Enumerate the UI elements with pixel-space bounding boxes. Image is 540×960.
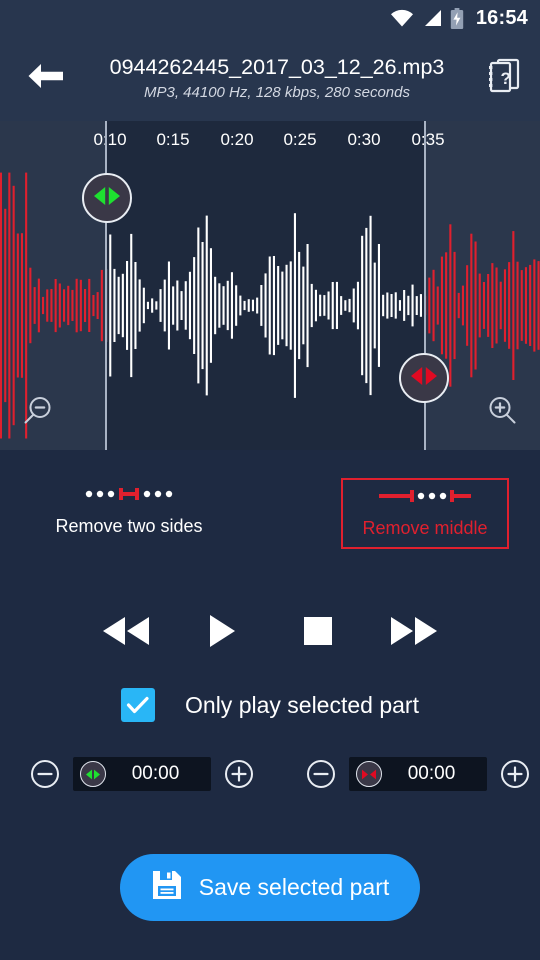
time-stepper-row: 00:00 00:00 [0, 748, 540, 800]
plus-circle-icon [225, 760, 253, 788]
only-play-selected-row[interactable]: Only play selected part [0, 675, 540, 735]
fast-forward-icon [388, 615, 440, 652]
waveform-graphic [0, 172, 540, 439]
controls-panel: Remove two sides Remove middle Only play… [0, 450, 540, 960]
save-selected-part-label: Save selected part [198, 874, 390, 900]
help-button[interactable]: ? [472, 42, 534, 116]
battery-charging-icon [450, 7, 464, 29]
end-time-field[interactable]: 00:00 [349, 757, 487, 791]
end-time-value: 00:00 [407, 763, 456, 784]
start-time-field[interactable]: 00:00 [73, 757, 211, 791]
app-screen: 16:54 0944262445_2017_03_12_26.mp3 MP3, … [0, 0, 540, 960]
zoom-in-icon [485, 394, 519, 433]
start-minus-button[interactable] [30, 759, 60, 789]
selection-handle-red-icon [356, 761, 382, 787]
zoom-out-icon [21, 394, 55, 433]
remove-two-sides-button[interactable]: Remove two sides [34, 478, 224, 545]
selection-handle-green-icon [80, 761, 106, 787]
transport-controls [0, 598, 540, 668]
waveform-panel[interactable]: 0:10 0:15 0:20 0:25 0:30 0:35 [0, 121, 540, 450]
timeline-ruler: 0:10 0:15 0:20 0:25 0:30 0:35 [0, 121, 540, 161]
remove-middle-label: Remove middle [362, 518, 488, 538]
end-minus-button[interactable] [306, 759, 336, 789]
remove-two-sides-label: Remove two sides [55, 516, 203, 536]
end-time-stepper: 00:00 [306, 748, 530, 800]
start-time-stepper: 00:00 [30, 748, 254, 800]
zoom-out-button[interactable] [16, 391, 60, 435]
selection-boundary-left [105, 121, 107, 450]
minus-circle-icon [31, 760, 59, 788]
help-manual-icon: ? [486, 58, 520, 99]
fast-forward-button[interactable] [383, 603, 445, 663]
rewind-icon [100, 615, 152, 652]
stop-icon [303, 616, 333, 651]
file-info-subtitle: MP3, 44100 Hz, 128 kbps, 280 seconds [143, 83, 410, 101]
title-block: 0944262445_2017_03_12_26.mp3 MP3, 44100 … [82, 55, 472, 103]
only-play-selected-label: Only play selected part [185, 691, 419, 718]
plus-circle-icon [501, 760, 529, 788]
rewind-button[interactable] [95, 603, 157, 663]
checkmark-icon [126, 696, 149, 714]
selection-handle-green-icon [92, 186, 122, 211]
remove-two-sides-icon [81, 486, 177, 507]
back-arrow-icon [25, 61, 65, 96]
selection-handle-red-icon [409, 366, 439, 391]
remove-middle-icon [377, 488, 473, 509]
play-icon [207, 614, 237, 653]
play-button[interactable] [191, 603, 253, 663]
svg-text:?: ? [501, 69, 511, 88]
selection-handle-start[interactable] [82, 173, 132, 223]
start-time-value: 00:00 [131, 763, 180, 784]
save-selected-part-button[interactable]: Save selected part [120, 854, 420, 921]
ruler-tick: 0:10 [93, 130, 127, 149]
wifi-icon [390, 9, 414, 27]
stop-button[interactable] [287, 603, 349, 663]
only-play-selected-checkbox[interactable] [121, 688, 156, 722]
remove-mode-row: Remove two sides Remove middle [0, 478, 540, 550]
page-title: 0944262445_2017_03_12_26.mp3 [109, 54, 445, 79]
status-bar: 16:54 [0, 0, 540, 36]
ruler-tick: 0:20 [220, 130, 254, 149]
save-floppy-icon [151, 869, 183, 906]
remove-middle-button[interactable]: Remove middle [341, 478, 509, 549]
app-bar: 0944262445_2017_03_12_26.mp3 MP3, 44100 … [0, 36, 540, 121]
back-button[interactable] [8, 42, 82, 116]
selection-handle-end[interactable] [399, 353, 449, 403]
status-bar-clock: 16:54 [475, 6, 528, 29]
minus-circle-icon [307, 760, 335, 788]
zoom-in-button[interactable] [480, 391, 524, 435]
ruler-tick: 0:30 [347, 130, 381, 149]
end-plus-button[interactable] [500, 759, 530, 789]
start-plus-button[interactable] [224, 759, 254, 789]
ruler-tick: 0:25 [283, 130, 317, 149]
cellular-signal-icon [422, 9, 442, 27]
ruler-tick: 0:35 [411, 130, 445, 149]
ruler-tick: 0:15 [156, 130, 190, 149]
